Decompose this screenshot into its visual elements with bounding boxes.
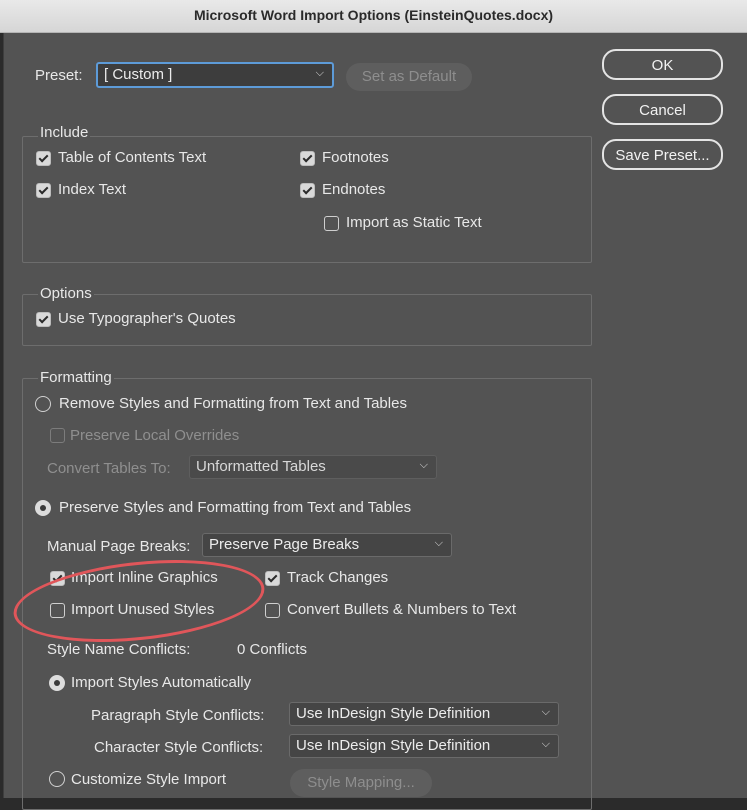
character-style-conflicts-value: Use InDesign Style Definition: [296, 737, 491, 754]
remove-styles-radio[interactable]: [35, 396, 51, 412]
preset-label: Preset:: [35, 67, 83, 84]
import-styles-automatically-radio[interactable]: [49, 675, 65, 691]
preserve-local-overrides-checkbox[interactable]: [50, 428, 65, 443]
include-title: Include: [38, 124, 91, 141]
customize-style-import-label: Customize Style Import: [71, 771, 227, 788]
preset-dropdown[interactable]: [ Custom ] ⌵: [96, 62, 334, 88]
convert-bullets-checkbox[interactable]: [265, 603, 280, 618]
paragraph-style-conflicts-value: Use InDesign Style Definition: [296, 705, 491, 722]
convert-tables-dropdown[interactable]: Unformatted Tables ⌵: [189, 455, 437, 479]
chevron-down-icon: ⌵: [434, 537, 443, 549]
style-name-conflicts-value: 0 Conflicts: [237, 641, 308, 658]
cancel-button[interactable]: Cancel: [602, 94, 723, 125]
character-style-conflicts-dropdown[interactable]: Use InDesign Style Definition ⌵: [289, 734, 559, 758]
footnotes-label: Footnotes: [322, 149, 389, 166]
set-as-default-button[interactable]: Set as Default: [346, 63, 472, 91]
preserve-local-overrides-label: Preserve Local Overrides: [70, 427, 240, 444]
chevron-down-icon: ⌵: [315, 67, 324, 79]
chevron-down-icon: ⌵: [419, 459, 428, 471]
import-options-dialog: Preset: [ Custom ] ⌵ Set as Default OK C…: [3, 33, 747, 810]
save-preset-button[interactable]: Save Preset...: [602, 139, 723, 170]
static-text-label: Import as Static Text: [346, 214, 482, 231]
remove-styles-label: Remove Styles and Formatting from Text a…: [59, 395, 407, 412]
convert-tables-value: Unformatted Tables: [196, 458, 326, 475]
index-text-checkbox[interactable]: [36, 183, 51, 198]
chevron-down-icon: ⌵: [541, 706, 550, 718]
chevron-down-icon: ⌵: [541, 738, 550, 750]
style-name-conflicts-label: Style Name Conflicts:: [47, 641, 191, 658]
paragraph-style-conflicts-dropdown[interactable]: Use InDesign Style Definition ⌵: [289, 702, 559, 726]
style-mapping-button[interactable]: Style Mapping...: [290, 769, 432, 797]
typographers-quotes-checkbox[interactable]: [36, 312, 51, 327]
endnotes-label: Endnotes: [322, 181, 386, 198]
preset-value: [ Custom ]: [104, 66, 173, 83]
track-changes-checkbox[interactable]: [265, 571, 280, 586]
endnotes-checkbox[interactable]: [300, 183, 315, 198]
typographers-quotes-label: Use Typographer's Quotes: [58, 310, 236, 327]
footnotes-checkbox[interactable]: [300, 151, 315, 166]
ok-button[interactable]: OK: [602, 49, 723, 80]
manual-page-breaks-dropdown[interactable]: Preserve Page Breaks ⌵: [202, 533, 452, 557]
title-bar: Microsoft Word Import Options (EinsteinQ…: [0, 0, 747, 33]
manual-page-breaks-value: Preserve Page Breaks: [209, 536, 360, 553]
preserve-styles-label: Preserve Styles and Formatting from Text…: [59, 499, 412, 516]
track-changes-label: Track Changes: [287, 569, 389, 586]
manual-page-breaks-label: Manual Page Breaks:: [47, 538, 191, 555]
static-text-checkbox[interactable]: [324, 216, 339, 231]
index-text-label: Index Text: [58, 181, 127, 198]
window-title: Microsoft Word Import Options (EinsteinQ…: [193, 7, 554, 23]
toc-text-checkbox[interactable]: [36, 151, 51, 166]
character-style-conflicts-label: Character Style Conflicts:: [94, 739, 264, 756]
preserve-styles-radio[interactable]: [35, 500, 51, 516]
convert-tables-label: Convert Tables To:: [47, 460, 171, 477]
convert-bullets-label: Convert Bullets & Numbers to Text: [287, 601, 516, 618]
paragraph-style-conflicts-label: Paragraph Style Conflicts:: [91, 707, 265, 724]
toc-text-label: Table of Contents Text: [58, 149, 207, 166]
customize-style-import-radio[interactable]: [49, 771, 65, 787]
import-styles-automatically-label: Import Styles Automatically: [71, 674, 252, 691]
formatting-title: Formatting: [38, 369, 114, 386]
options-title: Options: [38, 285, 94, 302]
